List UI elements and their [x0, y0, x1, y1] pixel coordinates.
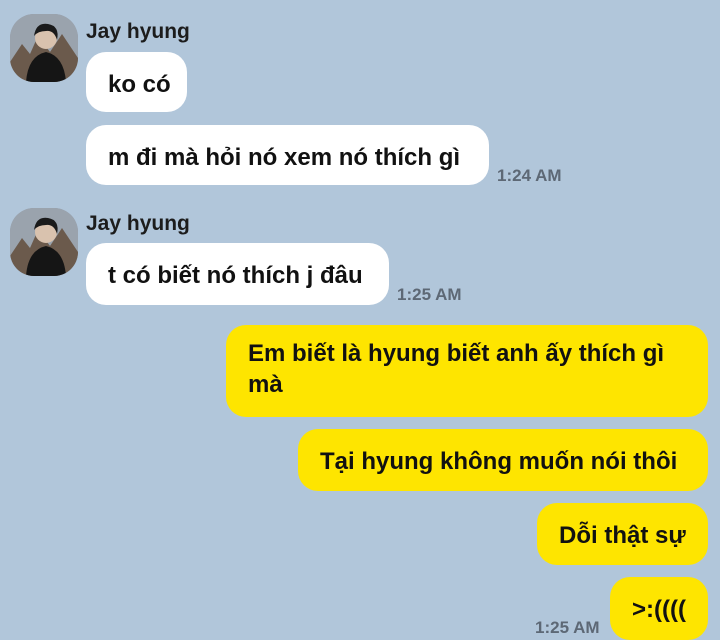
incoming-message-bubble[interactable]: ko có	[86, 52, 187, 112]
sender-avatar[interactable]	[10, 208, 78, 276]
incoming-message-bubble[interactable]: m đi mà hỏi nó xem nó thích gì	[86, 125, 489, 185]
message-text: Dỗi thật sự	[559, 522, 686, 549]
message-text: m đi mà hỏi nó xem nó thích gì	[108, 144, 461, 171]
sender-avatar[interactable]	[10, 14, 78, 82]
outgoing-message-bubble[interactable]: >:((((	[610, 577, 708, 640]
outgoing-message-bubble[interactable]: Em biết là hyung biết anh ấy thích gì mà	[226, 325, 708, 417]
message-timestamp: 1:25 AM	[535, 618, 600, 637]
sender-name: Jay hyung	[86, 212, 190, 235]
outgoing-message-bubble[interactable]: Dỗi thật sự	[537, 503, 708, 565]
avatar-photo-icon	[10, 208, 78, 276]
message-text: ko có	[108, 71, 171, 98]
avatar-photo-icon	[10, 14, 78, 82]
message-text: >:((((	[632, 596, 686, 623]
message-text: Tại hyung không muốn nói thôi	[320, 448, 678, 475]
incoming-message-bubble[interactable]: t có biết nó thích j đâu	[86, 243, 389, 305]
message-timestamp: 1:24 AM	[497, 166, 562, 185]
message-timestamp: 1:25 AM	[397, 285, 462, 304]
sender-name: Jay hyung	[86, 20, 190, 43]
outgoing-message-bubble[interactable]: Tại hyung không muốn nói thôi	[298, 429, 708, 491]
message-text: Em biết là hyung biết anh ấy thích gì mà	[248, 340, 665, 398]
message-text: t có biết nó thích j đâu	[108, 262, 363, 289]
